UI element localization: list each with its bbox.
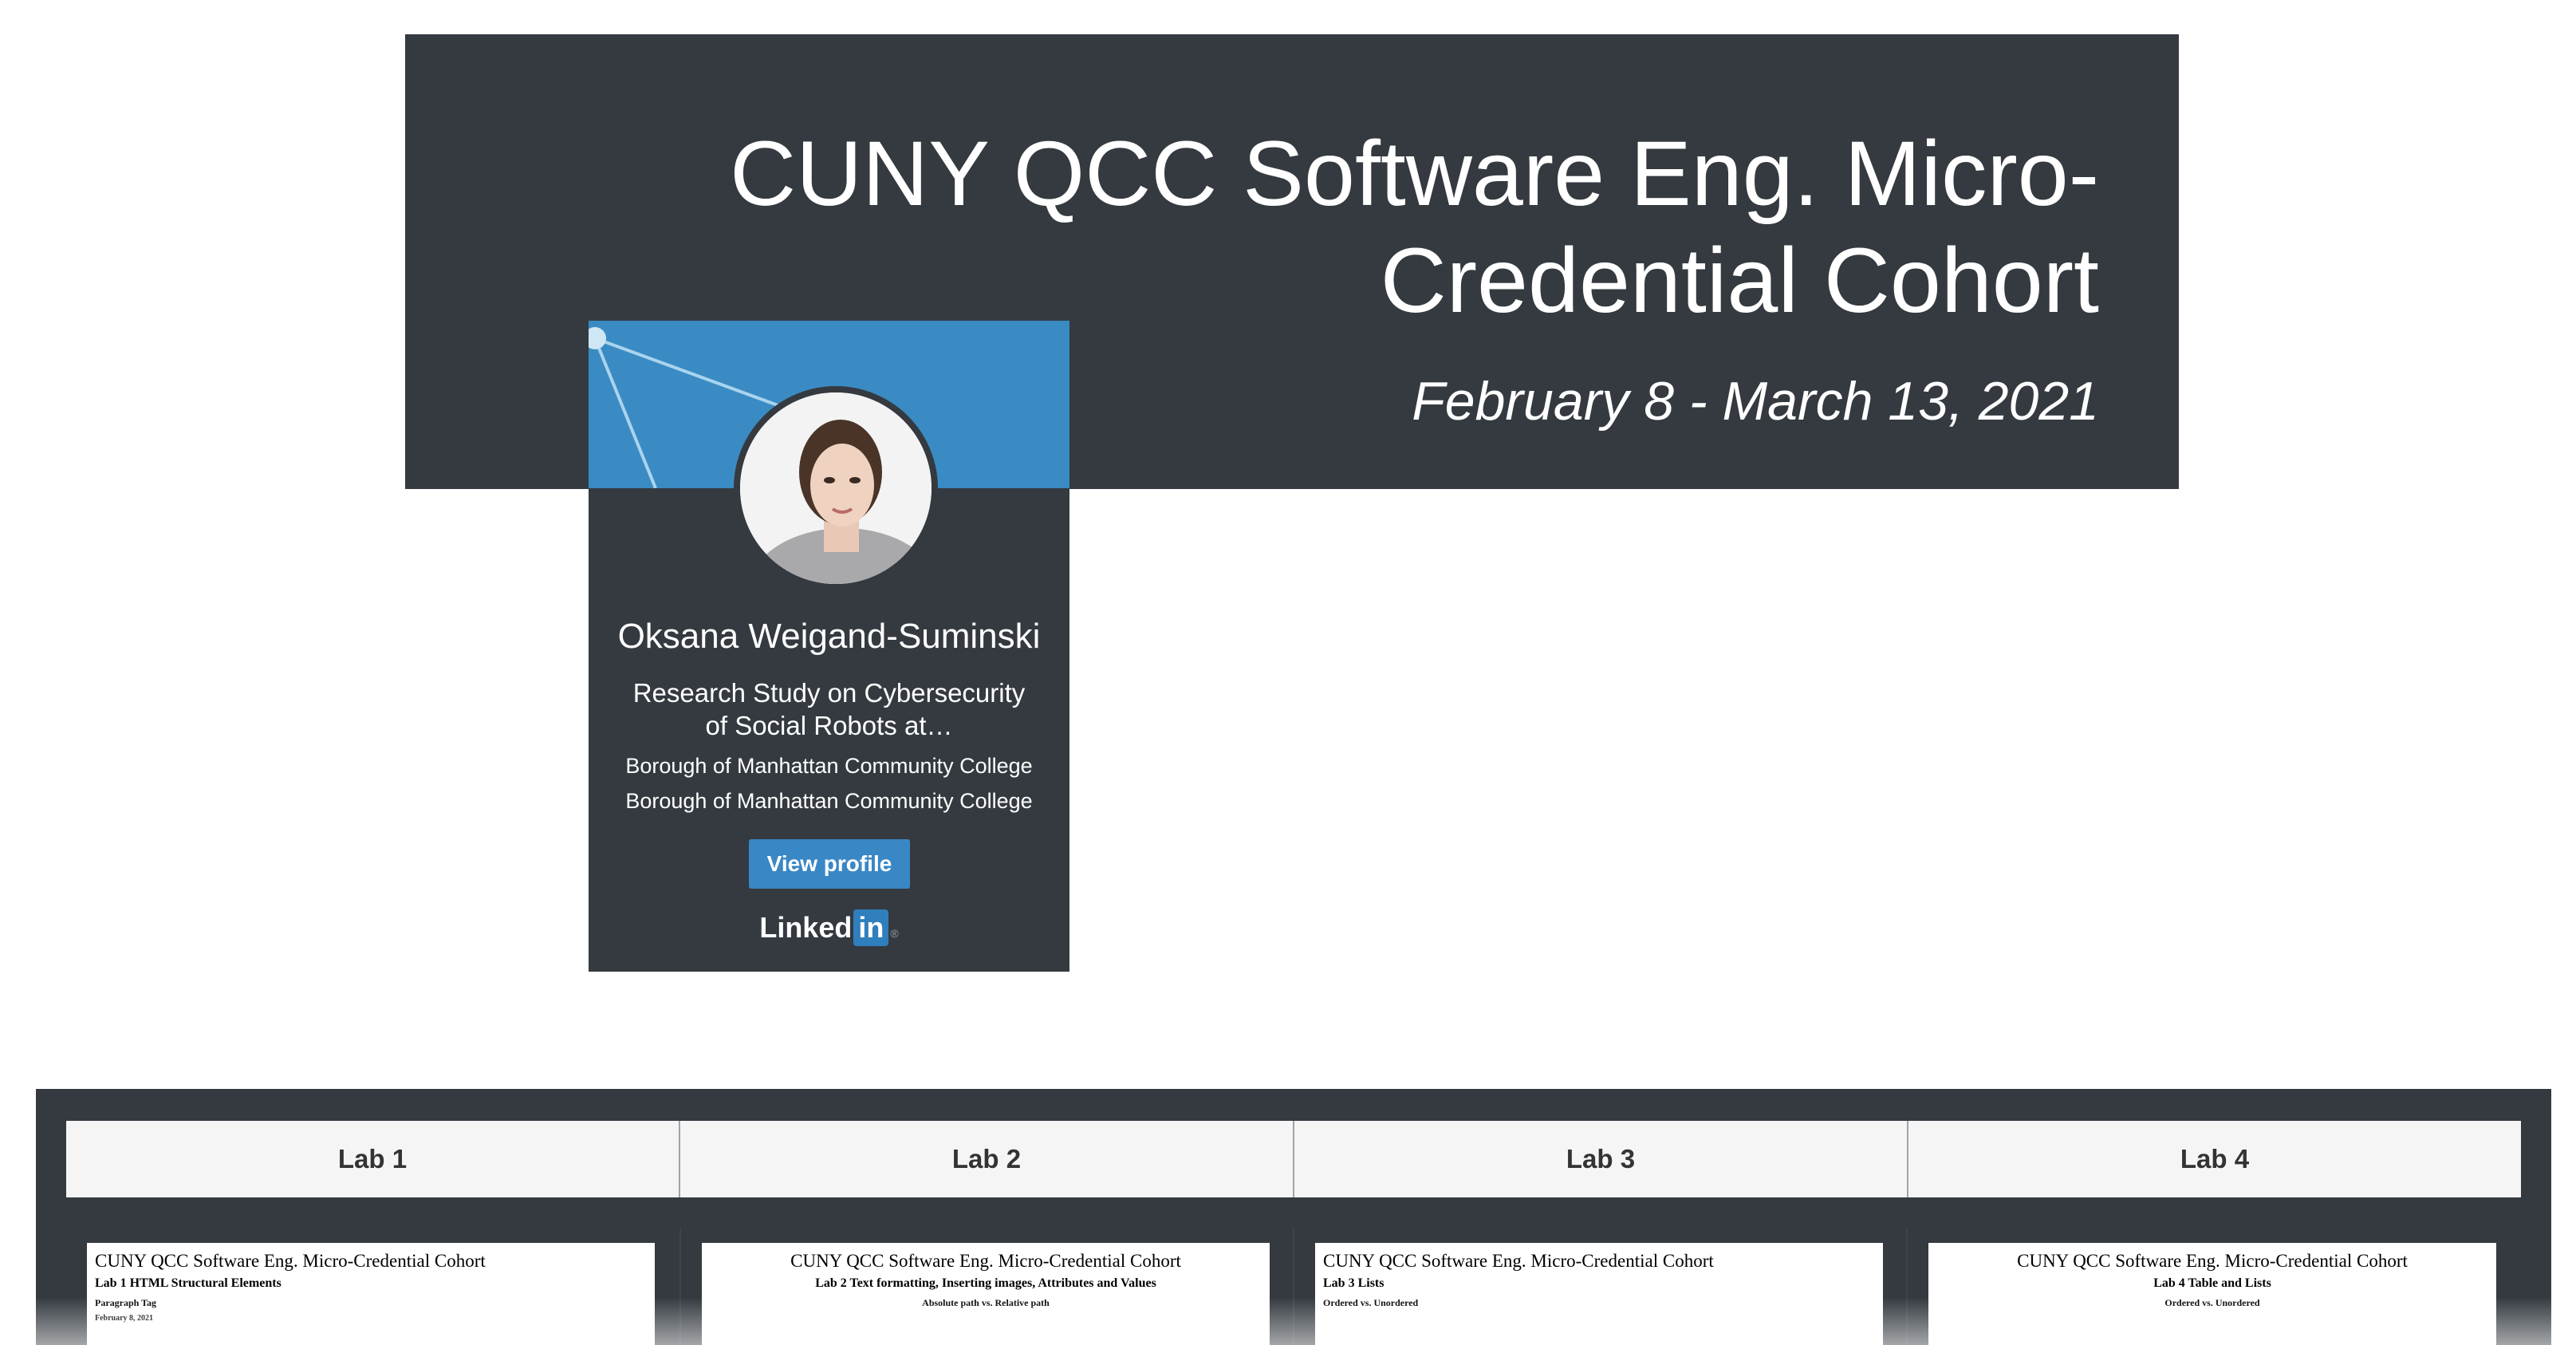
- lab-4-column: CUNY QCC Software Eng. Micro-Credential …: [1906, 1229, 2521, 1345]
- doc-subtitle: Lab 1 HTML Structural Elements: [95, 1276, 282, 1290]
- doc-note: Absolute path vs. Relative path: [922, 1297, 1050, 1308]
- lab-2-document-preview[interactable]: CUNY QCC Software Eng. Micro-Credential …: [702, 1243, 1270, 1345]
- doc-title: CUNY QCC Software Eng. Micro-Credential …: [1323, 1251, 1714, 1271]
- linkedin-profile-card: Oksana Weigand-Suminski Research Study o…: [589, 321, 1069, 972]
- lab-3-column: CUNY QCC Software Eng. Micro-Credential …: [1293, 1229, 1908, 1345]
- doc-title: CUNY QCC Software Eng. Micro-Credential …: [95, 1251, 486, 1271]
- profile-name[interactable]: Oksana Weigand-Suminski: [589, 613, 1069, 661]
- lab-4-document-preview[interactable]: CUNY QCC Software Eng. Micro-Credential …: [1928, 1243, 2496, 1345]
- profile-avatar[interactable]: [734, 386, 938, 590]
- doc-date: February 8, 2021: [95, 1314, 154, 1323]
- doc-subtitle: Lab 3 Lists: [1323, 1276, 1385, 1290]
- doc-note: Paragraph Tag: [95, 1297, 157, 1308]
- lab-tabs: Lab 1 Lab 2 Lab 3 Lab 4: [66, 1121, 2521, 1197]
- doc-title: CUNY QCC Software Eng. Micro-Credential …: [790, 1251, 1181, 1271]
- labs-section: Lab 1 Lab 2 Lab 3 Lab 4 CUNY QCC Softwar…: [36, 1089, 2551, 1345]
- doc-title: CUNY QCC Software Eng. Micro-Credential …: [2017, 1251, 2408, 1271]
- linkedin-logo[interactable]: Linked in ®: [589, 909, 1069, 952]
- registered-mark: ®: [890, 927, 899, 940]
- tab-lab-2[interactable]: Lab 2: [680, 1121, 1294, 1197]
- lab-2-column: CUNY QCC Software Eng. Micro-Credential …: [679, 1229, 1294, 1345]
- lab-1-document-preview[interactable]: CUNY QCC Software Eng. Micro-Credential …: [87, 1243, 655, 1345]
- page-title: CUNY QCC Software Eng. Micro-Credential …: [730, 123, 2099, 332]
- linkedin-logo-word: Linked: [759, 911, 853, 944]
- tab-lab-1[interactable]: Lab 1: [66, 1121, 680, 1197]
- view-profile-button[interactable]: View profile: [749, 839, 910, 889]
- doc-note: Ordered vs. Unordered: [1323, 1297, 1419, 1308]
- linkedin-in-icon: in: [853, 909, 889, 946]
- profile-headline: Research Study on Cybersecurity of Socia…: [632, 678, 1026, 740]
- profile-organization: Borough of Manhattan Community College: [625, 754, 1033, 778]
- tab-lab-4[interactable]: Lab 4: [1908, 1121, 2521, 1197]
- lab-3-document-preview[interactable]: CUNY QCC Software Eng. Micro-Credential …: [1315, 1243, 1883, 1345]
- tab-lab-3[interactable]: Lab 3: [1294, 1121, 1908, 1197]
- cohort-dates: February 8 - March 13, 2021: [1412, 371, 2099, 432]
- doc-subtitle: Lab 2 Text formatting, Inserting images,…: [815, 1276, 1156, 1290]
- lab-1-column: CUNY QCC Software Eng. Micro-Credential …: [66, 1229, 679, 1345]
- doc-subtitle: Lab 4 Table and Lists: [2153, 1276, 2271, 1290]
- person-avatar-icon: [740, 392, 932, 584]
- doc-note: Ordered vs. Unordered: [2164, 1297, 2260, 1308]
- profile-school: Borough of Manhattan Community College: [625, 789, 1033, 813]
